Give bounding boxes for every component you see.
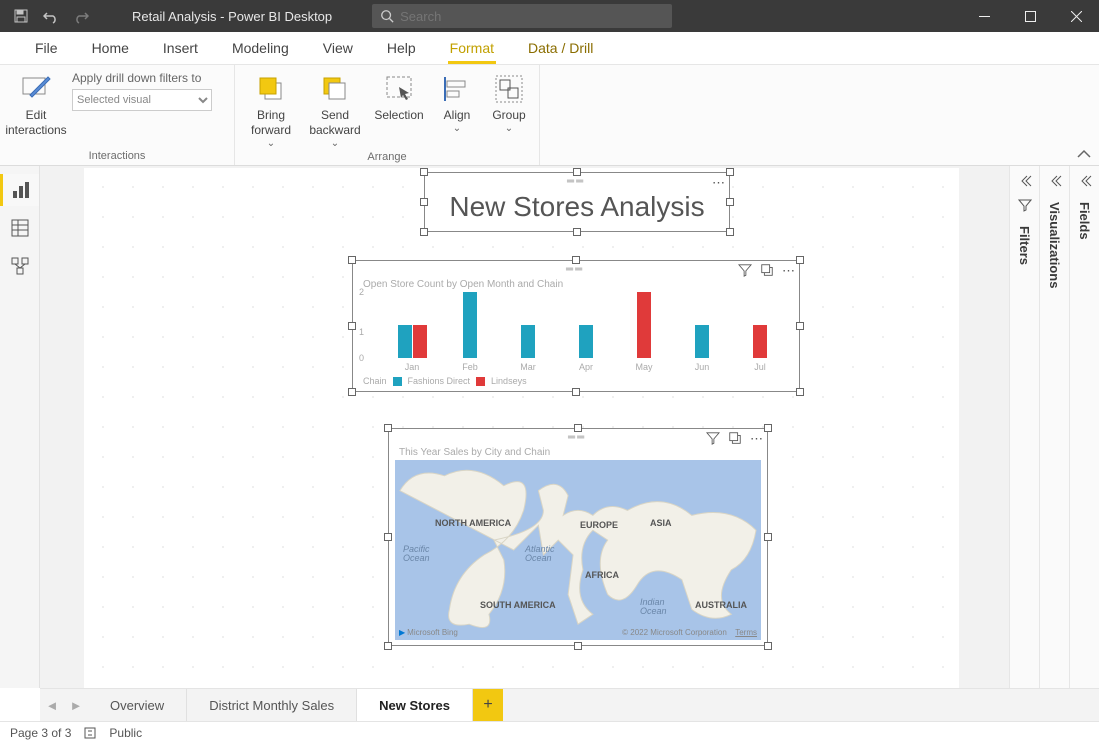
filters-pane[interactable]: Filters xyxy=(1009,166,1039,688)
search-icon xyxy=(380,9,394,23)
add-page-button[interactable]: + xyxy=(473,689,503,721)
data-view-icon xyxy=(10,218,30,238)
menu-bar: File Home Insert Modeling View Help Form… xyxy=(0,32,1099,65)
tab-next-button[interactable]: ► xyxy=(64,689,88,721)
send-backward-icon xyxy=(319,73,351,105)
bar-chart-body: 2 1 0 JanFebMarAprMayJunJul xyxy=(373,292,789,372)
redo-button[interactable] xyxy=(72,7,90,25)
legend-swatch-b xyxy=(476,377,485,386)
visualizations-pane[interactable]: Visualizations xyxy=(1039,166,1069,688)
filter-icon xyxy=(1018,198,1032,212)
bar-chart-visual[interactable]: ══ ⋯ Open Store Count by Open Month and … xyxy=(352,260,800,392)
group-button[interactable]: Group⌄ xyxy=(487,69,531,136)
search-box[interactable] xyxy=(372,4,672,28)
title-visual[interactable]: ⋯ ══ New Stores Analysis xyxy=(424,172,730,232)
page-indicator: Page 3 of 3 xyxy=(10,726,71,740)
model-view-button[interactable] xyxy=(0,250,39,282)
model-view-icon xyxy=(10,256,30,276)
send-backward-button[interactable]: Send backward⌄ xyxy=(307,69,363,151)
group-icon xyxy=(493,73,525,105)
ribbon-collapse-button[interactable] xyxy=(1075,145,1093,163)
tab-overview[interactable]: Overview xyxy=(88,689,187,721)
minimize-button[interactable] xyxy=(961,0,1007,32)
map-body[interactable]: NORTH AMERICA SOUTH AMERICA EUROPE AFRIC… xyxy=(395,460,761,640)
menu-home[interactable]: Home xyxy=(75,33,146,64)
expand-icon[interactable] xyxy=(1078,174,1092,188)
title-bar: Retail Analysis - Power BI Desktop xyxy=(0,0,1099,32)
menu-file[interactable]: File xyxy=(18,33,75,64)
map-landmass xyxy=(395,460,761,640)
arrange-group-label: Arrange xyxy=(243,151,531,165)
page-tabs: ◄ ► Overview District Monthly Sales New … xyxy=(40,688,1099,721)
legend-swatch-a xyxy=(393,377,402,386)
menu-datadrill[interactable]: Data / Drill xyxy=(511,33,610,64)
visual-options-icon[interactable]: ⋯ xyxy=(750,431,763,447)
focus-mode-icon[interactable] xyxy=(760,263,774,277)
edit-interactions-button[interactable]: Edit interactions xyxy=(8,69,64,138)
report-view-button[interactable] xyxy=(0,174,39,206)
expand-icon[interactable] xyxy=(1048,174,1062,188)
filter-icon[interactable] xyxy=(706,431,720,445)
menu-modeling[interactable]: Modeling xyxy=(215,33,306,64)
selection-button[interactable]: Selection xyxy=(371,69,427,123)
ribbon: Edit interactions Apply drill down filte… xyxy=(0,65,1099,166)
edit-interactions-icon xyxy=(20,73,52,105)
app-title: Retail Analysis - Power BI Desktop xyxy=(102,9,372,24)
apply-drill-label: Apply drill down filters to xyxy=(72,71,212,85)
save-button[interactable] xyxy=(12,7,30,25)
bing-credit: ▶Microsoft Bing xyxy=(399,628,458,637)
align-icon xyxy=(441,73,473,105)
map-visual[interactable]: ══ ⋯ This Year Sales by City and Chain N… xyxy=(388,428,768,646)
menu-insert[interactable]: Insert xyxy=(146,33,215,64)
menu-format[interactable]: Format xyxy=(433,33,511,64)
fields-pane[interactable]: Fields xyxy=(1069,166,1099,688)
menu-view[interactable]: View xyxy=(306,33,370,64)
canvas-area[interactable]: ⋯ ══ New Stores Analysis ══ ⋯ Open Store… xyxy=(40,166,1009,688)
undo-button[interactable] xyxy=(42,7,60,25)
apply-drill-select[interactable]: Selected visual xyxy=(72,89,212,111)
maximize-button[interactable] xyxy=(1007,0,1053,32)
data-view-button[interactable] xyxy=(0,212,39,244)
map-copyright: © 2022 Microsoft Corporation Terms xyxy=(622,628,757,637)
bring-forward-button[interactable]: Bring forward⌄ xyxy=(243,69,299,151)
selection-icon xyxy=(383,73,415,105)
filter-icon[interactable] xyxy=(738,263,752,277)
menu-help[interactable]: Help xyxy=(370,33,433,64)
grip-icon[interactable]: ══ xyxy=(568,432,586,443)
tab-new-stores[interactable]: New Stores xyxy=(357,689,473,721)
search-input[interactable] xyxy=(400,9,664,24)
focus-mode-icon[interactable] xyxy=(728,431,742,445)
bring-forward-icon xyxy=(255,73,287,105)
visual-options-icon[interactable]: ⋯ xyxy=(712,175,725,191)
expand-icon[interactable] xyxy=(1018,174,1032,188)
sensitivity-label[interactable]: Public xyxy=(109,726,142,740)
tab-prev-button[interactable]: ◄ xyxy=(40,689,64,721)
report-view-icon xyxy=(11,180,31,200)
view-switcher xyxy=(0,166,40,688)
sensitivity-icon xyxy=(83,726,97,740)
visual-options-icon[interactable]: ⋯ xyxy=(782,263,795,279)
align-button[interactable]: Align⌄ xyxy=(435,69,479,136)
status-bar: Page 3 of 3 Public xyxy=(0,721,1099,743)
tab-district-monthly-sales[interactable]: District Monthly Sales xyxy=(187,689,357,721)
close-button[interactable] xyxy=(1053,0,1099,32)
grip-icon[interactable]: ══ xyxy=(566,264,584,275)
grip-icon[interactable]: ══ xyxy=(567,176,585,187)
interactions-group-label: Interactions xyxy=(8,150,226,164)
